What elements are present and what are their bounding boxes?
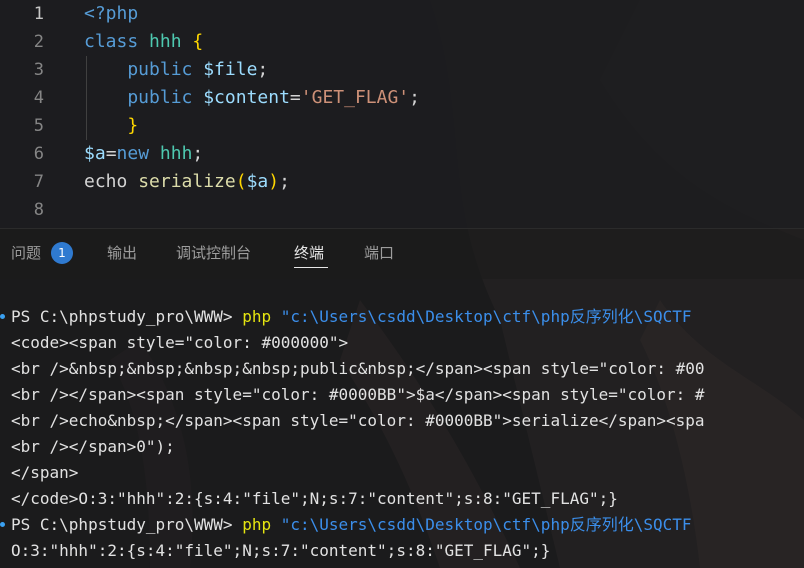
tab-ports[interactable]: 端口 xyxy=(364,243,394,263)
output-line: <br />&nbsp;&nbsp;&nbsp;&nbsp;public&nbs… xyxy=(11,359,705,378)
code-line[interactable]: 4 public $content='GET_FLAG'; xyxy=(0,84,804,112)
code-token: hhh xyxy=(159,143,193,164)
line-number: 4 xyxy=(33,88,44,108)
tab-terminal[interactable]: 终端 xyxy=(294,243,324,263)
terminal-prompt-line: PS C:\phpstudy_pro\WWW> php "c:\Users\cs… xyxy=(11,304,692,330)
code-token: <?php xyxy=(84,3,139,24)
line-code: echo serialize($a); xyxy=(84,168,290,196)
line-number: 2 xyxy=(33,32,44,52)
code-line[interactable]: 2 class hhh { xyxy=(0,28,804,56)
command-name: php xyxy=(242,307,281,326)
output-line: <code><span style="color: #000000"> xyxy=(11,333,349,352)
line-code: $a=new hhh; xyxy=(84,140,203,168)
line-code: <?php xyxy=(84,0,138,28)
line-number: 5 xyxy=(33,116,44,136)
code-token: = xyxy=(289,87,301,108)
code-line[interactable]: 5 } xyxy=(0,112,804,140)
command-argument: "c:\Users\csdd\Desktop\ctf\php反序列化\SQCTF xyxy=(280,515,692,534)
prompt-text: PS C:\phpstudy_pro\WWW> xyxy=(11,515,243,534)
code-line[interactable]: 1 <?php xyxy=(0,0,804,28)
line-number: 7 xyxy=(33,172,44,192)
terminal-output[interactable]: PS C:\phpstudy_pro\WWW> php "c:\Users\cs… xyxy=(0,278,804,568)
code-token: ( xyxy=(235,171,247,192)
panel-tab-bar: 问题 1 输出 调试控制台 终端 端口 xyxy=(0,228,804,279)
terminal-prompt-line: PS C:\phpstudy_pro\WWW> php "c:\Users\cs… xyxy=(11,512,692,538)
code-token: $file xyxy=(203,59,258,80)
code-token: $content xyxy=(203,87,290,108)
code-line[interactable]: 3 public $file; xyxy=(0,56,804,84)
command-decoration-icon xyxy=(0,314,5,319)
code-token: hhh xyxy=(149,31,193,52)
code-token: echo xyxy=(84,171,139,192)
command-name: php xyxy=(242,515,281,534)
line-code: class hhh { xyxy=(84,28,203,56)
output-line: <br /></span><span style="color: #0000BB… xyxy=(11,385,705,404)
code-token: $a xyxy=(84,143,106,164)
code-token: class xyxy=(84,31,150,52)
code-token: public xyxy=(84,59,204,80)
prompt-text: PS C:\phpstudy_pro\WWW> xyxy=(11,307,243,326)
line-code: public $file; xyxy=(84,56,268,84)
code-line[interactable]: 6 $a=new hhh; xyxy=(0,140,804,168)
output-line: </span> xyxy=(11,463,79,482)
code-token: ) xyxy=(268,171,280,192)
code-token: new xyxy=(116,143,160,164)
line-number: 1 xyxy=(33,4,44,24)
code-token: = xyxy=(105,143,117,164)
code-token: serialize xyxy=(138,171,236,192)
code-token: ; xyxy=(279,171,290,192)
code-token: ; xyxy=(257,59,269,80)
code-line[interactable]: 8 xyxy=(0,196,804,224)
line-code: } xyxy=(84,112,138,140)
code-token: ; xyxy=(409,87,420,108)
code-token: public xyxy=(84,87,204,108)
tab-problems[interactable]: 问题 xyxy=(11,243,41,263)
code-token: { xyxy=(192,31,204,52)
output-line: </code>O:3:"hhh":2:{s:4:"file";N;s:7:"co… xyxy=(11,489,618,508)
tab-output[interactable]: 输出 xyxy=(107,243,137,263)
code-token: 'GET_FLAG' xyxy=(300,87,410,108)
command-argument: "c:\Users\csdd\Desktop\ctf\php反序列化\SQCTF xyxy=(280,307,692,326)
problems-count-badge: 1 xyxy=(51,242,73,264)
code-token: ; xyxy=(192,143,204,164)
line-number: 3 xyxy=(33,60,44,80)
code-token: $a xyxy=(246,171,269,192)
command-decoration-icon xyxy=(0,522,5,527)
code-token: } xyxy=(84,115,139,136)
code-line[interactable]: 7 echo serialize($a); xyxy=(0,168,804,196)
active-tab-indicator xyxy=(294,267,328,268)
code-editor[interactable]: 1 <?php 2 class hhh {3 public $file; 4 publi… xyxy=(0,0,804,228)
line-code: public $content='GET_FLAG'; xyxy=(84,84,420,112)
tab-debug-console[interactable]: 调试控制台 xyxy=(176,243,251,263)
line-number: 6 xyxy=(33,144,44,164)
output-line-final: O:3:"hhh":2:{s:4:"file";N;s:7:"content";… xyxy=(11,541,551,560)
line-number: 8 xyxy=(33,200,44,220)
output-line: <br />echo&nbsp;</span><span style="colo… xyxy=(11,411,705,430)
output-line: <br /></span>0"); xyxy=(11,437,175,456)
